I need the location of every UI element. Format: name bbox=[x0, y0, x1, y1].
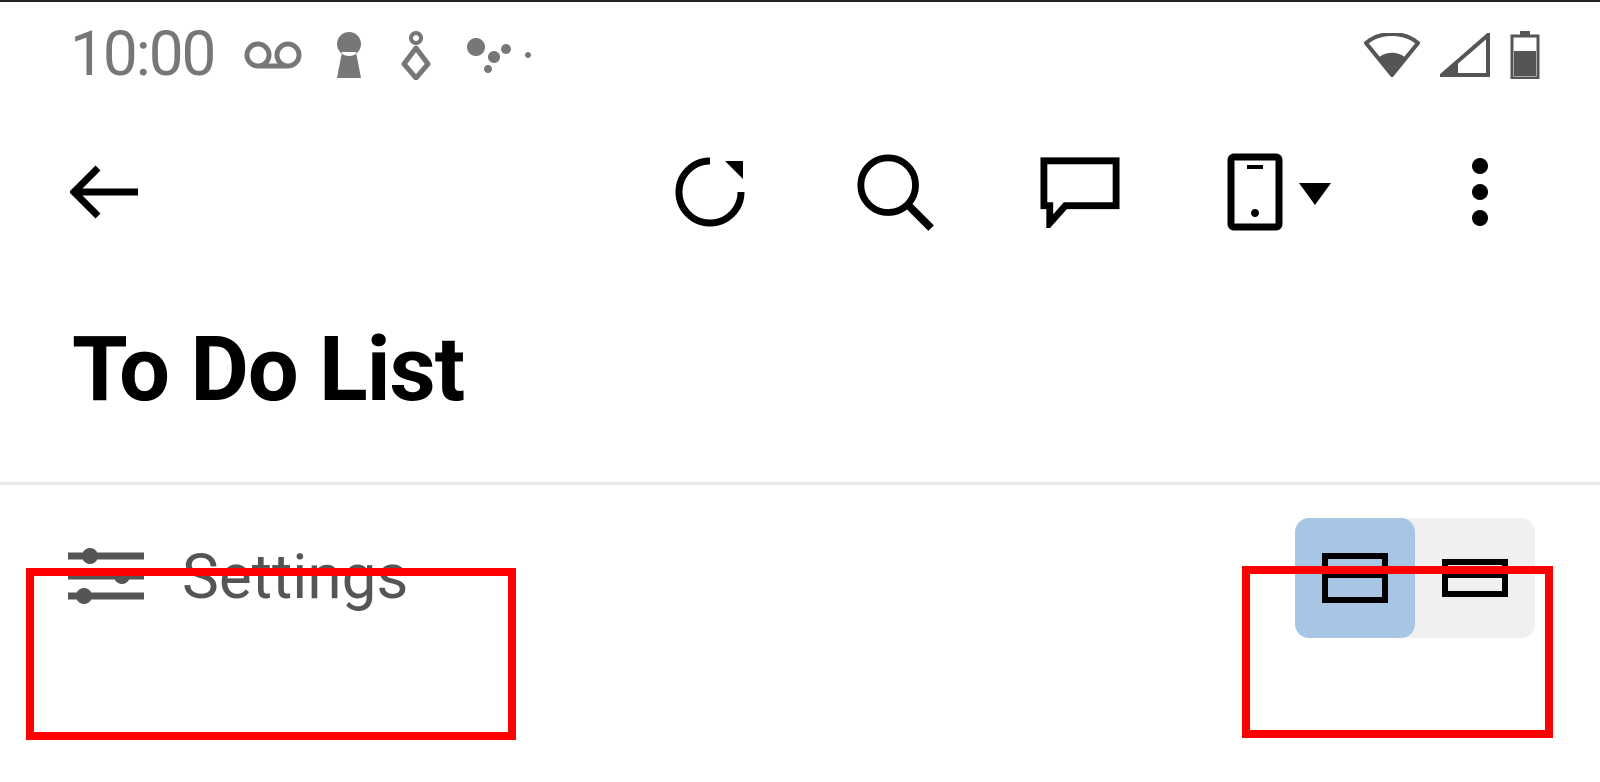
more-vert-icon bbox=[1470, 156, 1490, 228]
comment-button[interactable] bbox=[1040, 152, 1120, 232]
view-expanded-button[interactable] bbox=[1295, 518, 1415, 638]
search-button[interactable] bbox=[855, 152, 935, 232]
assistant-icon bbox=[466, 35, 536, 75]
refresh-icon bbox=[671, 153, 749, 231]
settings-label: Settings bbox=[182, 541, 408, 614]
status-clock: 10:00 bbox=[70, 18, 214, 91]
status-bar: 10:00 bbox=[0, 2, 1600, 107]
sliders-icon bbox=[66, 544, 146, 612]
battery-icon bbox=[1510, 31, 1540, 79]
back-button[interactable] bbox=[70, 157, 140, 227]
toolbar-actions bbox=[670, 152, 1530, 232]
wifi-icon bbox=[1364, 33, 1420, 77]
arrow-left-icon bbox=[70, 162, 140, 222]
search-icon bbox=[855, 151, 935, 233]
device-dropdown-button[interactable] bbox=[1225, 152, 1335, 232]
view-compact-icon bbox=[1442, 559, 1508, 597]
status-left: 10:00 bbox=[70, 18, 536, 91]
voicemail-icon bbox=[244, 40, 302, 70]
fit-icon bbox=[396, 30, 436, 80]
view-expanded-icon bbox=[1322, 553, 1388, 603]
refresh-button[interactable] bbox=[670, 152, 750, 232]
cellular-icon bbox=[1440, 33, 1490, 77]
status-right bbox=[1364, 31, 1540, 79]
view-toggle bbox=[1295, 518, 1535, 638]
keyhole-icon bbox=[332, 30, 366, 80]
app-toolbar bbox=[0, 107, 1600, 277]
options-row: Settings bbox=[0, 485, 1600, 670]
view-compact-button[interactable] bbox=[1415, 518, 1535, 638]
settings-button[interactable]: Settings bbox=[30, 493, 444, 663]
device-dropdown-icon bbox=[1225, 153, 1335, 231]
comment-icon bbox=[1040, 156, 1120, 228]
page-title: To Do List bbox=[0, 277, 1600, 482]
more-button[interactable] bbox=[1440, 152, 1520, 232]
